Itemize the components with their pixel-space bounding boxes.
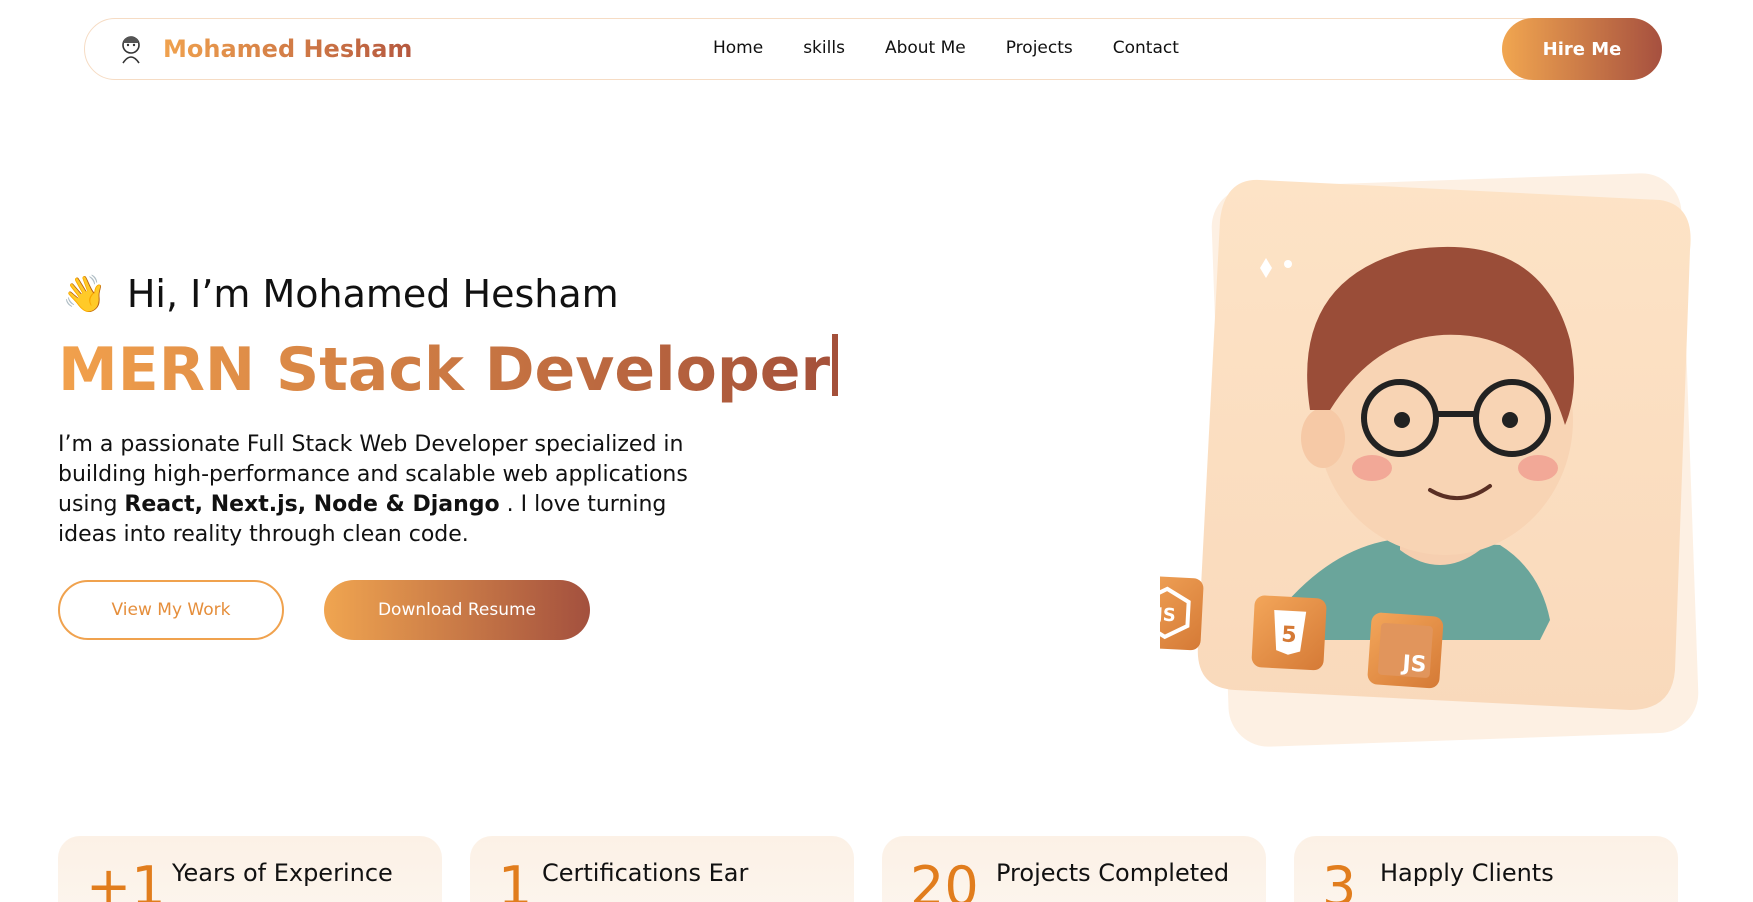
stat-card-certifications: 1 Certifications Ear [470, 836, 854, 902]
brand-name: Mohamed Hesham [163, 35, 413, 63]
stat-label: Certifications Ear [542, 859, 749, 887]
ear [1301, 408, 1345, 468]
stat-label: Projects Completed [996, 859, 1230, 887]
greeting: 👋 Hi, I’m Mohamed Hesham [62, 272, 619, 316]
html5-icon: 5 [1251, 595, 1327, 671]
stat-label: Years of Experince [172, 859, 393, 887]
svg-text:JS: JS [1160, 604, 1176, 626]
role-title: MERN Stack Developer [58, 334, 839, 405]
stat-number: 1 [498, 855, 533, 902]
stat-number: 3 [1322, 855, 1357, 902]
cheek-right [1518, 455, 1558, 481]
typing-cursor [832, 334, 839, 396]
nav-projects[interactable]: Projects [1006, 38, 1073, 58]
avatar-logo-icon [122, 36, 140, 64]
eye-right [1502, 412, 1518, 428]
role-text: MERN Stack Developer [58, 335, 831, 405]
eye-left [1394, 412, 1410, 428]
hire-me-button[interactable]: Hire Me [1502, 18, 1662, 80]
stat-card-projects: 20 Projects Completed [882, 836, 1266, 902]
nodejs-icon: JS [1160, 575, 1204, 651]
svg-text:5: 5 [1281, 622, 1298, 648]
view-work-button[interactable]: View My Work [58, 580, 284, 640]
nav-skills[interactable]: skills [803, 38, 845, 58]
main-menu: Home skills About Me Projects Contact [713, 38, 1219, 58]
hero-description: I’m a passionate Full Stack Web Develope… [58, 430, 698, 550]
cheek-left [1352, 455, 1392, 481]
desc-tech-stack: React, Next.js, Node & Django [124, 492, 500, 517]
stat-number: +1 [86, 855, 166, 902]
stat-number: 20 [910, 855, 979, 902]
hero-illustration: JS 5 JS [1160, 173, 1699, 747]
svg-text:JS: JS [1400, 651, 1428, 678]
nav-home[interactable]: Home [713, 38, 763, 58]
stat-label: Happly Clients [1380, 859, 1554, 887]
stat-card-clients: 3 Happly Clients [1294, 836, 1678, 902]
stat-card-experience: +1 Years of Experince [58, 836, 442, 902]
javascript-icon: JS [1367, 612, 1444, 689]
greeting-text: Hi, I’m Mohamed Hesham [126, 272, 619, 316]
brand[interactable]: Mohamed Hesham [115, 33, 412, 65]
navbar: Mohamed Hesham Home skills About Me Proj… [84, 18, 1662, 80]
download-resume-button[interactable]: Download Resume [324, 580, 590, 640]
nav-contact[interactable]: Contact [1113, 38, 1179, 58]
sparkle-dot [1284, 260, 1292, 268]
waving-hand-icon: 👋 [62, 274, 107, 315]
nav-about[interactable]: About Me [885, 38, 966, 58]
